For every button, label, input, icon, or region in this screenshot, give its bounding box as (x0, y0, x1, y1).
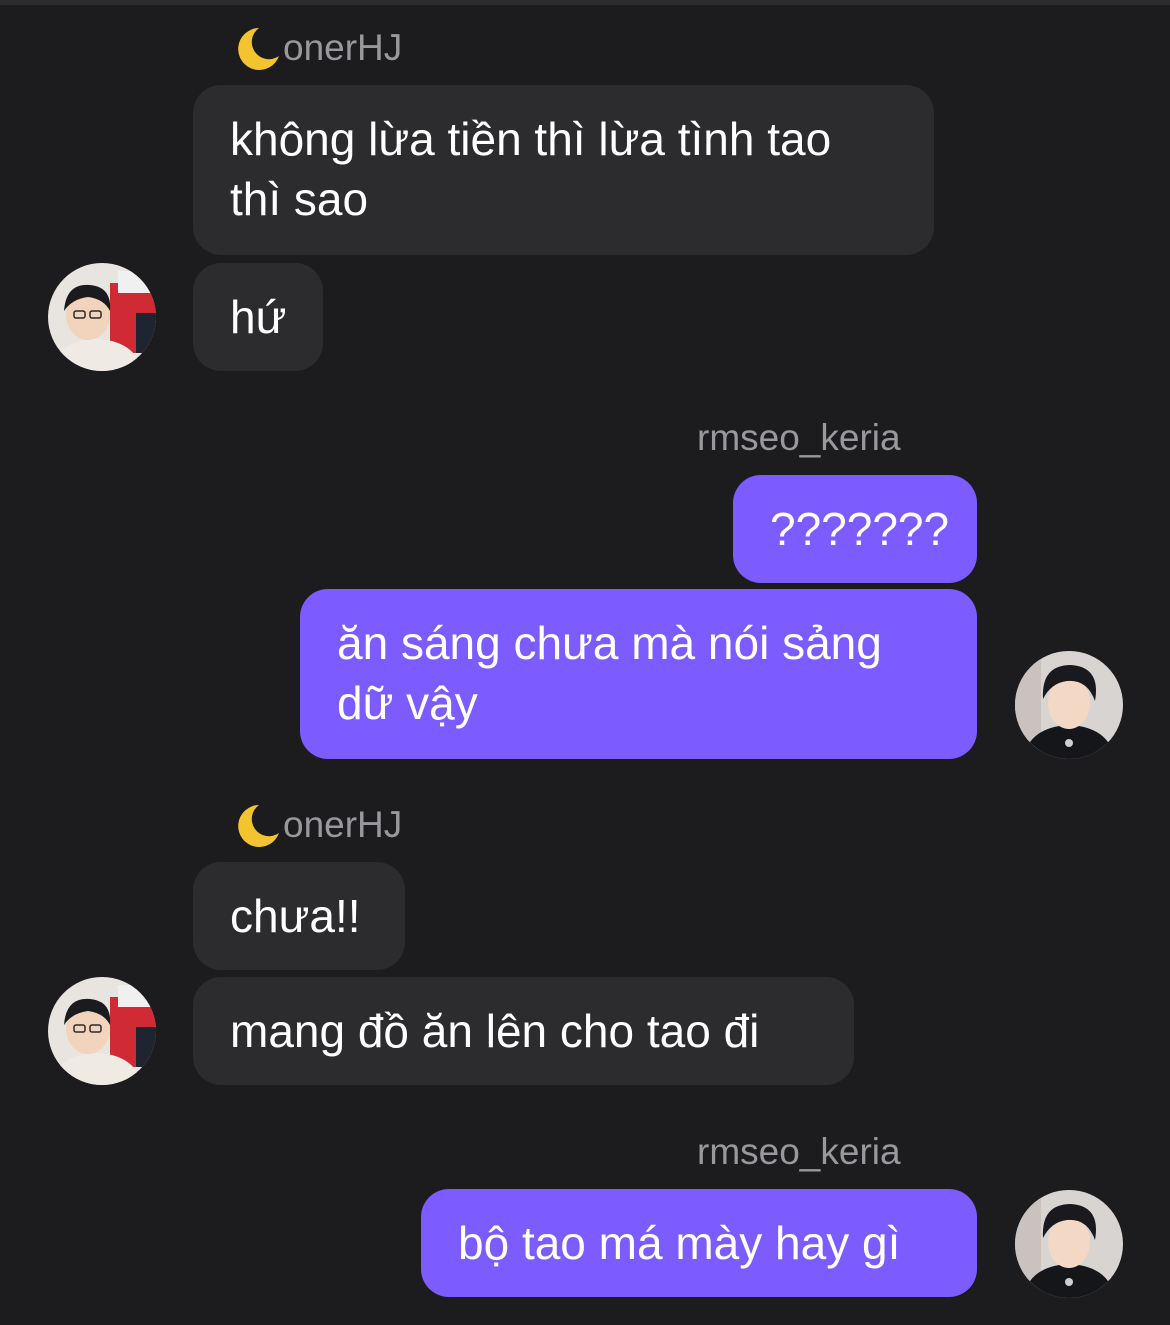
avatar-rmseo_keria[interactable] (1015, 651, 1123, 759)
message-bubble-outgoing[interactable]: bộ tao má mày hay gì (421, 1189, 977, 1297)
sender-name-onerHJ[interactable]: onerHJ (229, 26, 402, 70)
avatar-onerHJ[interactable] (48, 263, 156, 371)
crescent-moon-icon (229, 803, 281, 847)
avatar-onerHJ[interactable] (48, 977, 156, 1085)
top-divider (0, 0, 1170, 5)
sender-name-onerHJ[interactable]: onerHJ (229, 803, 402, 847)
sender-name-rmseo_keria[interactable]: rmseo_keria (697, 1130, 901, 1174)
crescent-moon-icon (229, 26, 281, 70)
message-bubble-incoming[interactable]: chưa!! (193, 862, 405, 970)
sender-name-label: onerHJ (283, 804, 403, 845)
sender-name-rmseo_keria[interactable]: rmseo_keria (697, 416, 901, 460)
avatar-rmseo_keria[interactable] (1015, 1190, 1123, 1298)
message-bubble-incoming[interactable]: hứ (193, 263, 323, 371)
message-bubble-incoming[interactable]: không lừa tiền thì lừa tình tao thì sao (193, 85, 934, 255)
message-bubble-outgoing[interactable]: ??????? (733, 475, 977, 583)
message-bubble-incoming[interactable]: mang đồ ăn lên cho tao đi (193, 977, 854, 1085)
message-bubble-outgoing[interactable]: ăn sáng chưa mà nói sảng dữ vậy (300, 589, 977, 759)
sender-name-label: onerHJ (283, 27, 403, 68)
